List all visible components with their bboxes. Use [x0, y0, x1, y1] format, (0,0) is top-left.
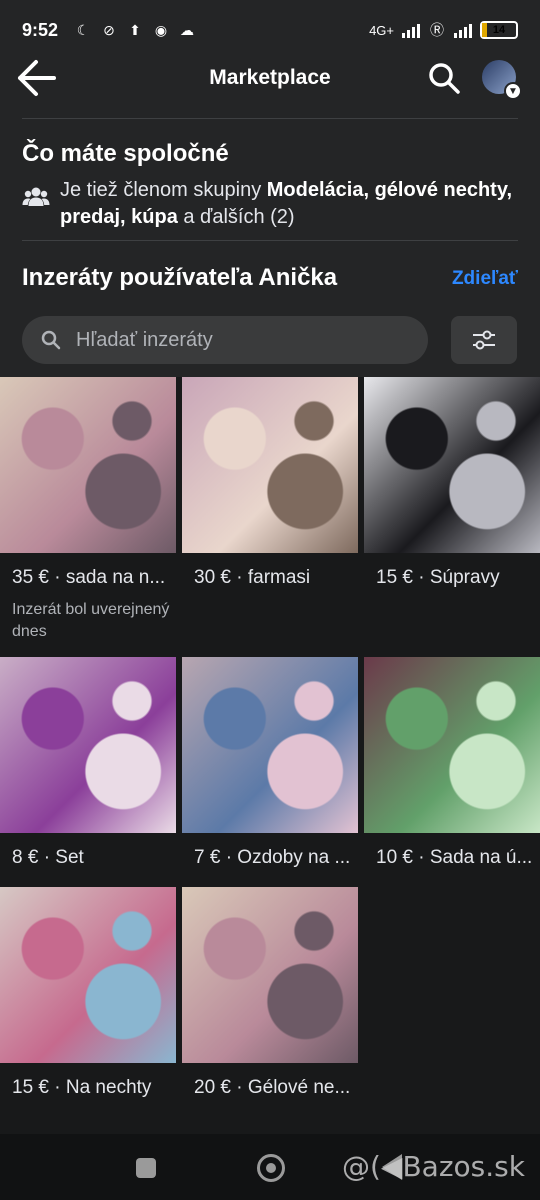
groups-suffix: a ďalších (2)	[177, 206, 295, 228]
share-button[interactable]: Zdieľať	[452, 268, 518, 290]
app-header: Marketplace ▼	[0, 50, 540, 106]
cloud-icon: ☁	[180, 21, 195, 38]
profile-menu-button[interactable]: ▼	[482, 60, 522, 100]
filter-button[interactable]	[451, 316, 517, 364]
watermark: @(◀Bazos.sk	[342, 1150, 525, 1183]
listing-photo[interactable]	[182, 657, 358, 833]
listing-card[interactable]: 35 € · sada na n... Inzerát bol uverejne…	[0, 377, 176, 640]
signal-2-icon	[454, 22, 472, 38]
listing-price-title: 8 € · Set	[12, 847, 84, 868]
mute-icon: ⊘	[103, 21, 115, 38]
network-type: 4G+	[369, 22, 394, 38]
battery-icon: 14	[480, 21, 518, 39]
listing-photo[interactable]	[364, 657, 540, 833]
back-arrow-icon	[18, 60, 56, 96]
search-button[interactable]	[424, 58, 464, 98]
groups-text: Je tiež členom skupiny Modelácia, gélové…	[60, 177, 522, 231]
battery-level: 14	[492, 24, 506, 36]
listing-meta: Inzerát bol uverejnený dnes	[12, 601, 170, 640]
listing-price-title: 15 € · Na nechty	[12, 1077, 152, 1098]
roaming-icon: Ⓡ	[430, 22, 444, 38]
home-button[interactable]	[257, 1154, 285, 1182]
listing-card[interactable]: 7 € · Ozdoby na ...	[182, 657, 358, 868]
groups-prefix: Je tiež členom skupiny	[60, 179, 267, 201]
listings-title: Inzeráty používateľa Anička	[22, 264, 338, 291]
listing-card[interactable]: 10 € · Sada na ú...	[364, 657, 540, 868]
listing-photo[interactable]	[0, 657, 176, 833]
chevron-down-icon: ▼	[504, 82, 522, 100]
listings-grid: 35 € · sada na n... Inzerát bol uverejne…	[0, 377, 540, 1134]
listing-card[interactable]: 30 € · farmasi	[182, 377, 358, 588]
listing-card[interactable]: 15 € · Súpravy	[364, 377, 540, 588]
listing-price-title: 10 € · Sada na ú...	[376, 847, 533, 868]
moon-icon: ☾	[76, 21, 90, 38]
search-icon	[41, 330, 61, 350]
listing-photo[interactable]	[182, 887, 358, 1063]
listing-card[interactable]: 8 € · Set	[0, 657, 176, 868]
common-groups[interactable]: Je tiež členom skupiny Modelácia, gélové…	[22, 177, 522, 231]
listing-card[interactable]: 15 € · Na nechty	[0, 887, 176, 1098]
listing-photo[interactable]	[364, 377, 540, 553]
listing-photo[interactable]	[182, 377, 358, 553]
upload-icon: ⬆	[129, 21, 141, 38]
listing-price-title: 15 € · Súpravy	[376, 567, 500, 588]
recents-button[interactable]	[136, 1158, 156, 1178]
listing-photo[interactable]	[0, 887, 176, 1063]
signal-icon	[402, 22, 420, 38]
status-time: 9:52	[22, 19, 59, 40]
search-input[interactable]	[76, 328, 396, 352]
listing-search[interactable]	[22, 316, 428, 364]
back-button[interactable]	[14, 58, 58, 98]
listing-price-title: 20 € · Gélové ne...	[194, 1077, 351, 1098]
groups-icon	[22, 187, 50, 206]
listing-price-title: 30 € · farmasi	[194, 567, 311, 588]
listing-price-title: 35 € · sada na n...	[12, 567, 166, 588]
listing-photo[interactable]	[0, 377, 176, 553]
listing-card[interactable]: 20 € · Gélové ne...	[182, 887, 358, 1098]
filter-icon	[473, 330, 495, 350]
divider	[22, 240, 518, 241]
listing-price-title: 7 € · Ozdoby na ...	[194, 847, 351, 868]
common-title: Čo máte spoločné	[22, 140, 229, 167]
divider	[22, 118, 518, 119]
messenger-icon: ◉	[154, 21, 168, 38]
search-icon	[429, 63, 460, 94]
